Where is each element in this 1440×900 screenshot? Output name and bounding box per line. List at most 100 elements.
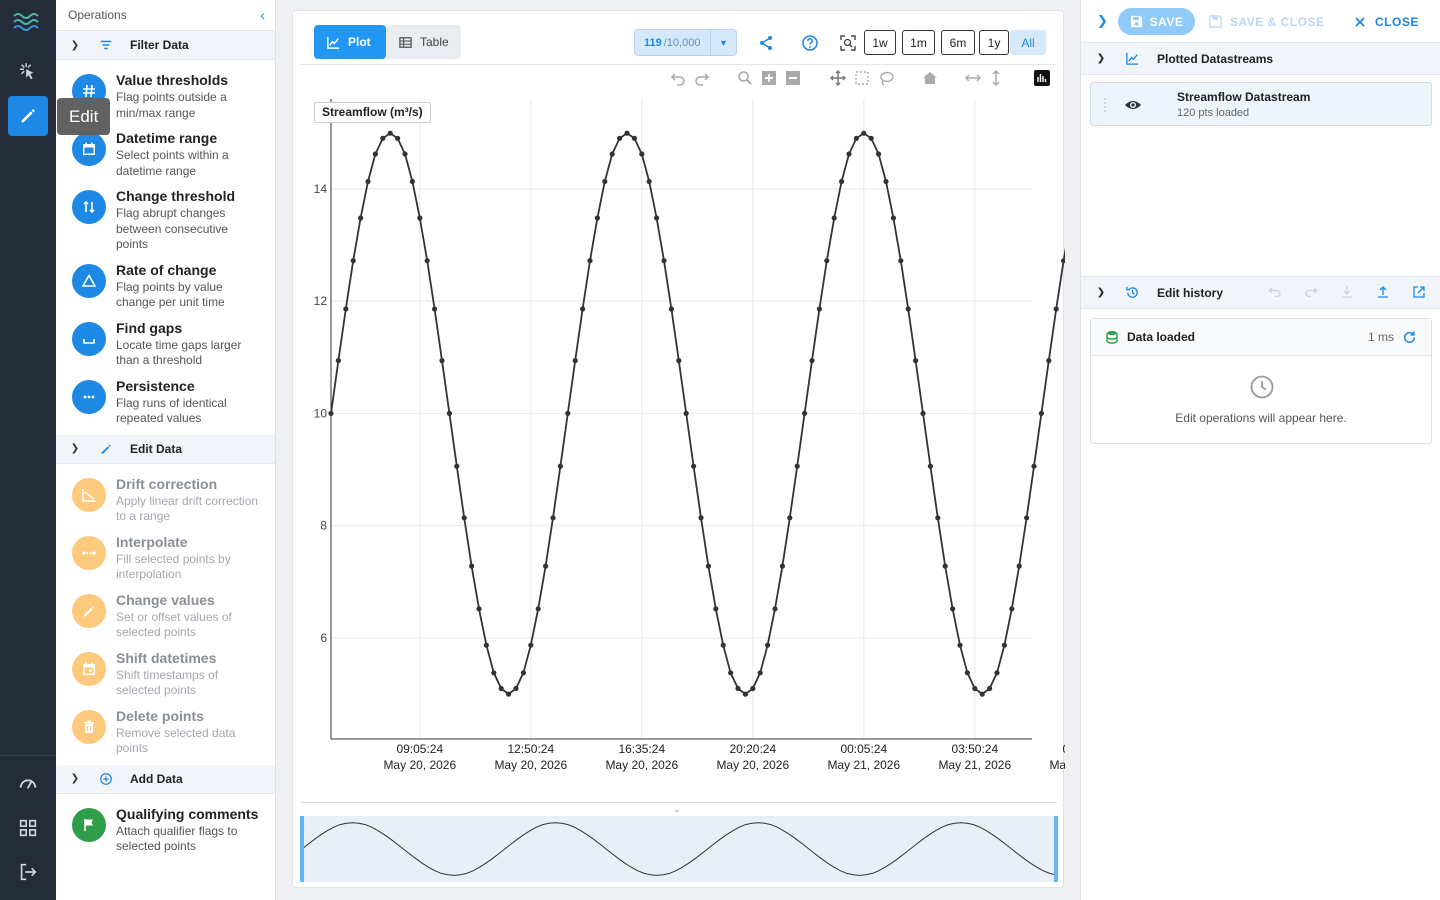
redo-button[interactable] [693,69,711,87]
data-point[interactable] [543,563,549,569]
rail-logout-button[interactable] [8,852,48,892]
close-button[interactable]: CLOSE [1354,8,1419,35]
data-point[interactable] [979,691,985,697]
data-point[interactable] [520,670,526,676]
data-point[interactable] [809,358,815,364]
data-point[interactable] [742,691,748,697]
range-1m-button[interactable]: 1m [902,30,935,55]
help-button[interactable] [799,32,821,54]
data-point[interactable] [639,151,645,157]
data-point[interactable] [402,151,408,157]
data-point[interactable] [1053,306,1059,312]
data-point[interactable] [557,463,563,469]
op-shift-datetimes[interactable]: Shift datetimes Shift timestamps of selec… [56,641,275,699]
data-point[interactable] [824,258,830,264]
data-point[interactable] [1046,358,1052,364]
data-point[interactable] [483,642,489,648]
data-point[interactable] [728,670,734,676]
expand-panel-icon[interactable]: ❯ [1097,13,1108,29]
data-point[interactable] [335,358,341,364]
data-point[interactable] [972,685,978,692]
overview-left-handle[interactable] [300,816,304,882]
data-point[interactable] [698,515,704,521]
data-point[interactable] [572,358,578,364]
data-point[interactable] [1009,606,1015,612]
history-entry[interactable]: Data loaded 1 ms [1091,319,1431,356]
rail-dashboard-button[interactable] [8,764,48,804]
overview-right-handle[interactable] [1054,816,1058,882]
op-find-gaps[interactable]: Find gaps Locate time gaps larger than a … [56,311,275,369]
drag-handle-icon[interactable] [1103,97,1107,113]
op-change-threshold[interactable]: Change threshold Flag abrupt changes betw… [56,179,275,253]
data-point[interactable] [617,135,623,141]
data-point[interactable] [772,606,778,612]
plot-tab[interactable]: Plot [314,25,386,59]
chevron-down-icon[interactable]: ▼ [710,30,736,55]
share-button[interactable] [755,32,777,54]
data-point[interactable] [668,306,674,312]
data-point[interactable] [779,563,785,569]
data-point[interactable] [328,410,334,416]
data-point[interactable] [609,151,615,157]
range-6m-button[interactable]: 6m [941,30,975,55]
data-point[interactable] [454,463,460,469]
data-point[interactable] [831,215,837,221]
data-point[interactable] [853,135,860,141]
collapse-panel-icon[interactable]: ‹ [260,7,265,23]
data-point[interactable] [461,515,467,521]
data-point[interactable] [676,358,682,364]
autoscale-x-button[interactable] [964,69,982,87]
pan-button[interactable] [829,69,847,87]
data-point[interactable] [994,670,1000,676]
undo-button[interactable] [669,69,687,87]
data-point[interactable] [646,178,652,185]
reset-axes-button[interactable] [921,69,939,87]
section-plotted-datastreams[interactable]: ❯ Plotted Datastreams [1081,42,1440,75]
data-point[interactable] [920,410,926,416]
op-interpolate[interactable]: Interpolate Fill selected points by inter… [56,525,275,583]
data-point[interactable] [387,130,393,136]
data-point[interactable] [987,685,993,692]
data-point[interactable] [409,178,415,185]
data-point[interactable] [491,670,497,676]
app-logo[interactable] [8,6,48,36]
zoom-in-button[interactable] [760,69,778,87]
data-point[interactable] [794,463,800,469]
data-point[interactable] [765,642,771,648]
history-redo-button[interactable] [1304,285,1320,301]
data-point[interactable] [802,410,808,416]
data-point[interactable] [513,685,519,692]
eye-icon[interactable] [1124,97,1142,113]
box-select-button[interactable] [853,69,871,87]
plotly-logo-button[interactable] [1033,69,1051,87]
data-point[interactable] [424,258,430,264]
history-undo-button[interactable] [1268,285,1284,301]
zoom-out-button[interactable] [784,69,802,87]
save-close-button[interactable]: SAVE & CLOSE [1209,8,1324,35]
data-point[interactable] [587,258,593,264]
data-point[interactable] [439,358,445,364]
data-point[interactable] [846,151,852,157]
data-point[interactable] [750,685,756,692]
data-point[interactable] [1024,515,1030,521]
section-add-data[interactable]: ❯ Add Data [56,764,275,794]
data-point[interactable] [950,606,956,612]
history-open-external-button[interactable] [1412,285,1428,301]
data-point[interactable] [350,258,356,264]
range-all-button[interactable]: All [1010,30,1046,55]
data-point[interactable] [913,358,919,364]
data-point[interactable] [395,135,401,141]
op-drift-correction[interactable]: Drift correction Apply linear drift corre… [56,464,275,525]
data-point[interactable] [890,215,897,221]
section-filter-data[interactable]: ❯ Filter Data [56,31,275,60]
data-point[interactable] [365,178,371,185]
chevron-down-icon[interactable]: ⌄ [673,804,681,815]
data-point[interactable] [691,463,697,469]
history-upload-button[interactable] [1376,285,1392,301]
data-point[interactable] [550,515,556,521]
data-point[interactable] [506,691,512,697]
data-point[interactable] [372,151,378,157]
data-point[interactable] [432,306,438,312]
data-point[interactable] [683,410,689,416]
data-point[interactable] [417,215,423,221]
